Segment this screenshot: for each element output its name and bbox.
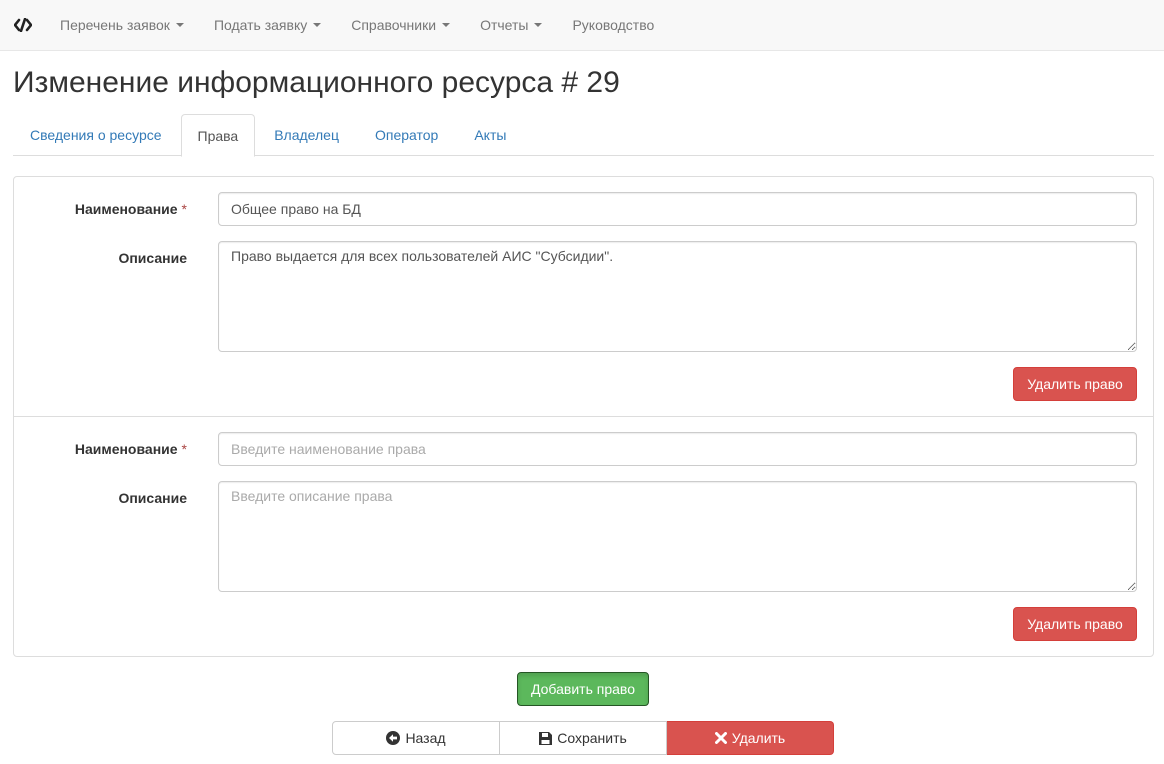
right-description-textarea[interactable]: Право выдается для всех пользователей АИ… (218, 241, 1137, 352)
name-label-text: Наименование (74, 201, 178, 217)
right-item: Наименование* Описание Удалить право (14, 417, 1153, 657)
nav-item-manual[interactable]: Руководство (557, 0, 669, 50)
save-button[interactable]: Сохранить (500, 721, 667, 755)
tab-acts[interactable]: Акты (457, 114, 523, 156)
right-description-textarea[interactable] (218, 481, 1137, 592)
name-label: Наименование * (75, 201, 187, 217)
tab-owner[interactable]: Владелец (257, 114, 356, 156)
caret-down-icon (175, 23, 184, 27)
required-mark: * (181, 441, 187, 457)
nav-item-directories[interactable]: Справочники (336, 0, 465, 50)
nav-item-label: Подать заявку (213, 17, 308, 33)
form-actions: Назад Сохранить Удалить (332, 721, 834, 755)
back-button-label: Назад (405, 730, 446, 746)
right-item: Наименование* Описание Право выдается дл… (14, 177, 1153, 417)
back-button[interactable]: Назад (332, 721, 500, 755)
add-right-button[interactable]: Добавить право (517, 672, 649, 706)
remove-icon (714, 732, 727, 744)
nav-item-reports[interactable]: Отчеты (465, 0, 557, 50)
caret-down-icon (442, 23, 451, 27)
page-title: Изменение информационного ресурса # 29 (13, 66, 620, 99)
circle-arrow-left-icon (386, 731, 401, 745)
right-name-input[interactable] (218, 192, 1137, 226)
nav-item-label: Перечень заявок (60, 17, 170, 33)
caret-down-icon (534, 23, 543, 27)
tabs-bar: Сведения о ресурсе Права Владелец Операт… (13, 114, 1154, 157)
tab-resource-info[interactable]: Сведения о ресурсе (13, 114, 179, 156)
top-navbar: Перечень заявок Подать заявку Справочник… (0, 0, 1164, 51)
description-label: Описание (118, 490, 187, 506)
caret-down-icon (313, 23, 322, 27)
delete-button-label: Удалить (731, 730, 786, 746)
save-button-label: Сохранить (557, 730, 627, 746)
nav-item-submit-request[interactable]: Подать заявку (199, 0, 336, 50)
name-label-text: Наименование (74, 441, 178, 457)
tab-operator[interactable]: Оператор (358, 114, 455, 156)
delete-button[interactable]: Удалить (667, 721, 834, 755)
delete-right-button[interactable]: Удалить право (1013, 607, 1137, 641)
floppy-disk-icon (539, 731, 553, 745)
description-label: Описание (118, 250, 187, 266)
delete-right-button[interactable]: Удалить право (1013, 367, 1137, 401)
right-name-input[interactable] (218, 432, 1137, 466)
brand-logo[interactable] (0, 0, 45, 50)
nav-item-label: Руководство (572, 17, 655, 33)
nav-item-label: Отчеты (480, 17, 529, 33)
nav-item-requests-list[interactable]: Перечень заявок (45, 0, 199, 50)
nav-item-label: Справочники (351, 17, 437, 33)
required-mark: * (181, 201, 187, 217)
tab-rights[interactable]: Права (180, 114, 256, 157)
code-icon (13, 18, 32, 32)
name-label: Наименование * (75, 441, 187, 457)
rights-panel: Наименование* Описание Право выдается дл… (13, 176, 1154, 657)
